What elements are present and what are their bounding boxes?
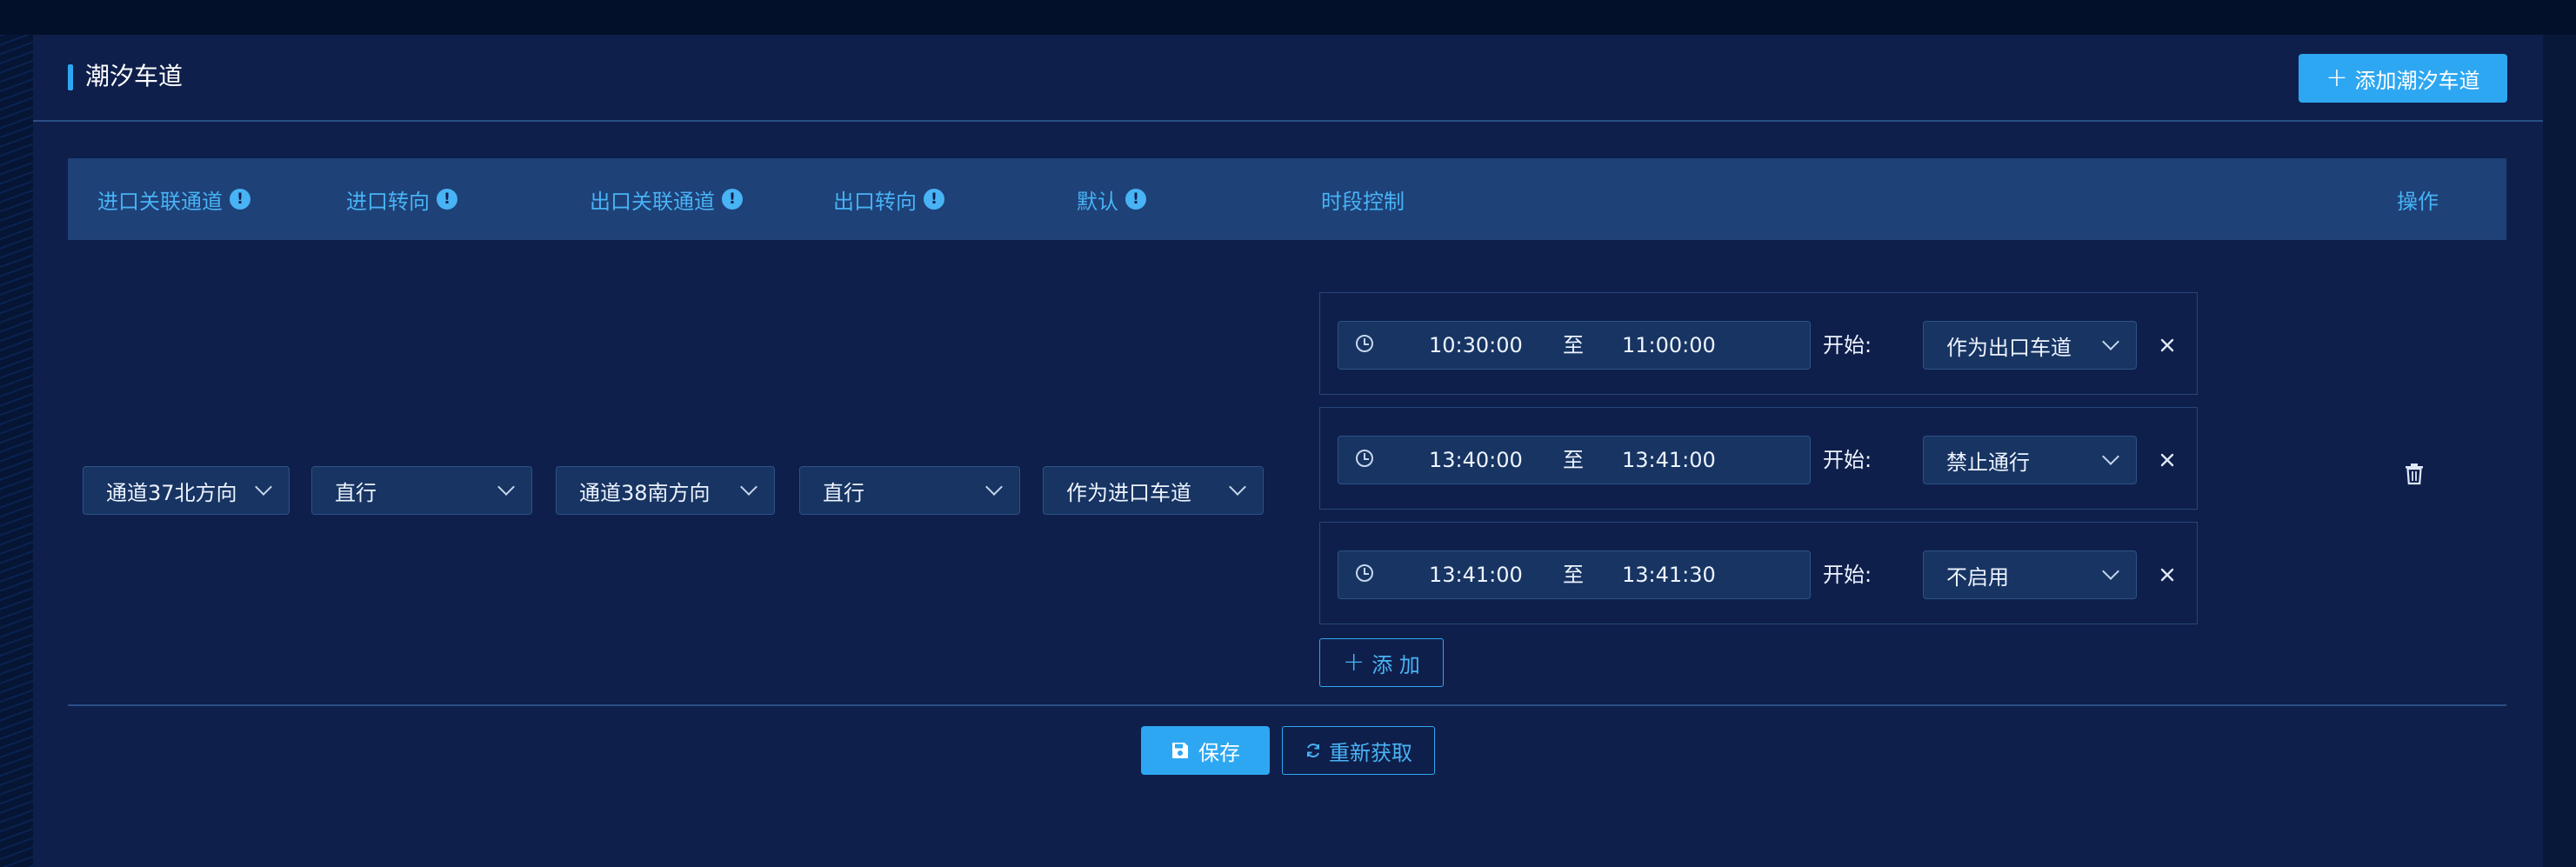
plus-icon: + (2326, 63, 2348, 93)
add-tidal-lane-label: 添加潮汐车道 (2354, 68, 2480, 93)
close-icon[interactable] (2153, 331, 2181, 359)
save-label: 保存 (1198, 740, 1240, 765)
page-title: 潮汐车道 (85, 62, 184, 90)
column-header-exit-turn: 出口转向 ! (833, 158, 944, 240)
period-mode-select[interactable]: 作为出口车道 (1923, 321, 2137, 370)
close-icon[interactable] (2153, 561, 2181, 589)
start-label: 开始: (1823, 563, 1872, 587)
time-start-value: 13:40:00 (1429, 448, 1523, 472)
entry-channel-select[interactable]: 通道37北方向 (83, 466, 290, 515)
info-icon[interactable]: ! (722, 189, 743, 210)
exit-turn-value: 直行 (823, 480, 864, 505)
time-start-value: 10:30:00 (1429, 333, 1523, 357)
add-tidal-lane-button[interactable]: + 添加潮汐车道 (2299, 54, 2507, 103)
start-label: 开始: (1823, 333, 1872, 357)
background-right (2543, 35, 2576, 867)
period-mode-select[interactable]: 禁止通行 (1923, 436, 2137, 484)
period-mode-value: 不启用 (1946, 564, 2009, 590)
exit-channel-value: 通道38南方向 (579, 480, 711, 505)
period-mode-select[interactable]: 不启用 (1923, 550, 2137, 599)
save-icon (1172, 743, 1188, 758)
entry-turn-value: 直行 (335, 480, 377, 505)
table-header: 进口关联通道 ! 进口转向 ! 出口关联通道 ! 出口转向 ! 默认 ! 时段控… (68, 158, 2506, 240)
time-range-picker[interactable]: 10:30:00 至 11:00:00 (1338, 321, 1811, 370)
time-range-separator: 至 (1563, 448, 1584, 472)
info-icon[interactable]: ! (1125, 189, 1146, 210)
start-label: 开始: (1823, 448, 1872, 472)
chevron-down-icon (2102, 448, 2119, 465)
plus-icon: + (1343, 647, 1365, 677)
tidal-lane-panel: 潮汐车道 + 添加潮汐车道 进口关联通道 ! 进口转向 ! 出口关联通道 ! 出… (33, 35, 2543, 867)
column-label: 出口转向 (833, 189, 917, 214)
time-period-item: 13:40:00 至 13:41:00 开始: 禁止通行 (1319, 407, 2198, 510)
time-range-separator: 至 (1563, 563, 1584, 587)
time-start-value: 13:41:00 (1429, 563, 1523, 587)
column-label: 操作 (2397, 189, 2439, 214)
refresh-icon (1307, 744, 1319, 757)
save-button[interactable]: 保存 (1141, 726, 1270, 775)
close-icon[interactable] (2153, 446, 2181, 474)
clock-icon (1356, 450, 1373, 467)
info-icon[interactable]: ! (230, 189, 250, 210)
time-period-item: 13:41:00 至 13:41:30 开始: 不启用 (1319, 522, 2198, 624)
title-accent-bar (68, 64, 73, 90)
default-mode-value: 作为进口车道 (1066, 480, 1191, 505)
default-mode-select[interactable]: 作为进口车道 (1043, 466, 1264, 515)
column-header-time-control: 时段控制 (1321, 158, 1405, 240)
chevron-down-icon (1229, 478, 1246, 496)
time-range-picker[interactable]: 13:40:00 至 13:41:00 (1338, 436, 1811, 484)
column-label: 出口关联通道 (590, 189, 715, 214)
panel-header: 潮汐车道 + 添加潮汐车道 (33, 35, 2543, 122)
trash-icon[interactable] (2404, 463, 2425, 485)
time-period-item: 10:30:00 至 11:00:00 开始: 作为出口车道 (1319, 292, 2198, 395)
column-label: 进口关联通道 (97, 189, 223, 214)
chevron-down-icon (497, 478, 515, 496)
background-decoration (0, 35, 33, 867)
exit-turn-select[interactable]: 直行 (799, 466, 1020, 515)
time-end-value: 13:41:00 (1622, 448, 1716, 472)
period-mode-value: 禁止通行 (1946, 450, 2030, 475)
column-header-default: 默认 ! (1077, 158, 1146, 240)
time-range-separator: 至 (1563, 333, 1584, 357)
entry-channel-value: 通道37北方向 (106, 480, 237, 505)
column-label: 时段控制 (1321, 189, 1405, 214)
column-header-exit-channel: 出口关联通道 ! (590, 158, 743, 240)
table-row: 通道37北方向 直行 通道38南方向 直行 作为进口车道 10:30:00 至 … (68, 240, 2506, 706)
chevron-down-icon (740, 478, 757, 496)
refresh-button[interactable]: 重新获取 (1282, 726, 1435, 775)
chevron-down-icon (255, 478, 272, 496)
add-period-button[interactable]: + 添 加 (1319, 638, 1444, 687)
clock-icon (1356, 564, 1373, 582)
column-header-actions: 操作 (2397, 158, 2439, 240)
time-end-value: 11:00:00 (1622, 333, 1716, 357)
chevron-down-icon (2102, 333, 2119, 350)
column-header-entry-turn: 进口转向 ! (346, 158, 457, 240)
entry-turn-select[interactable]: 直行 (311, 466, 532, 515)
refresh-label: 重新获取 (1329, 740, 1412, 765)
clock-icon (1356, 335, 1373, 352)
column-label: 默认 (1077, 189, 1118, 214)
info-icon[interactable]: ! (924, 189, 944, 210)
info-icon[interactable]: ! (437, 189, 457, 210)
top-bar (0, 0, 2576, 35)
time-range-picker[interactable]: 13:41:00 至 13:41:30 (1338, 550, 1811, 599)
exit-channel-select[interactable]: 通道38南方向 (556, 466, 775, 515)
add-period-label: 添 加 (1371, 652, 1420, 677)
chevron-down-icon (2102, 563, 2119, 580)
chevron-down-icon (985, 478, 1003, 496)
time-end-value: 13:41:30 (1622, 563, 1716, 587)
column-header-entry-channel: 进口关联通道 ! (97, 158, 250, 240)
period-mode-value: 作为出口车道 (1946, 335, 2072, 360)
column-label: 进口转向 (346, 189, 430, 214)
